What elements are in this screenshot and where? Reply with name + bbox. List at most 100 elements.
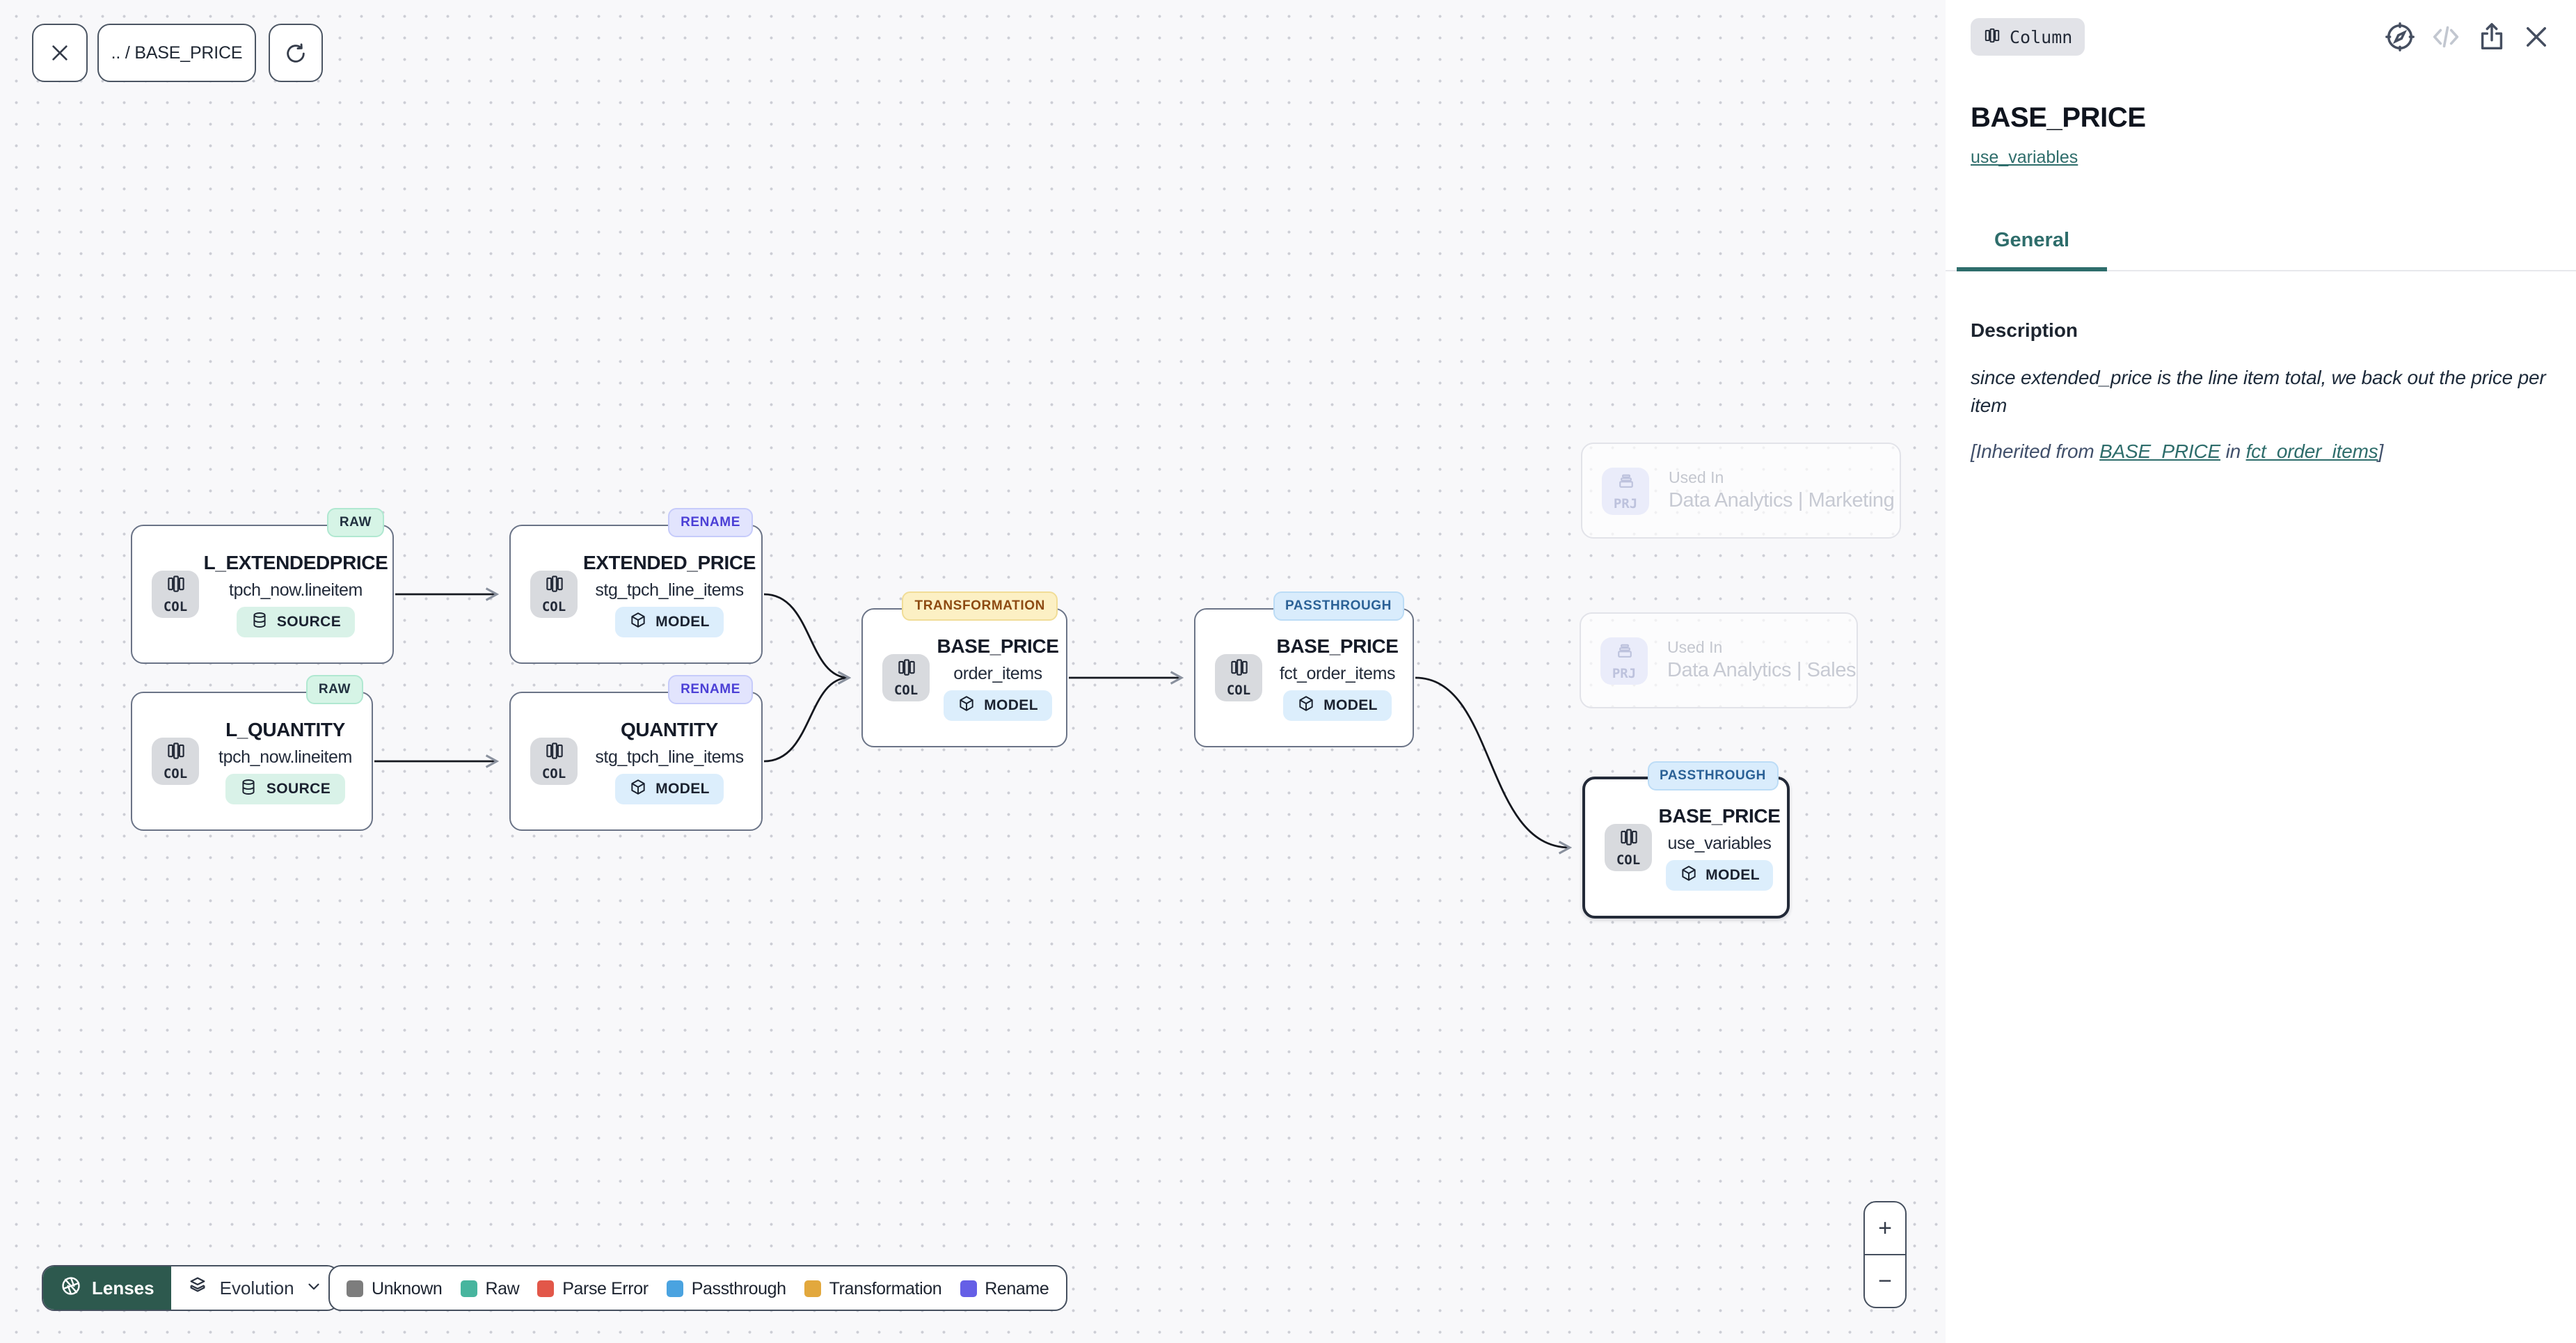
status-badge: PASSTHROUGH	[1273, 591, 1404, 621]
node-l-quantity[interactable]: RAW COL L_QUANTITY tpch_now.lineitem SOU…	[131, 692, 373, 831]
resource-type-label: MODEL	[655, 614, 710, 630]
column-chip: COL	[530, 738, 578, 785]
node-subtitle: use_variables	[1667, 834, 1771, 853]
column-chip-label: COL	[894, 685, 918, 699]
node-title: BASE_PRICE	[1277, 635, 1399, 657]
resource-type-label: SOURCE	[277, 614, 341, 630]
share-export-icon[interactable]	[2476, 21, 2508, 53]
status-badge: TRANSFORMATION	[903, 591, 1058, 621]
model-link[interactable]: use_variables	[1971, 148, 2078, 167]
column-chip-label: COL	[164, 601, 187, 615]
status-legend: Unknown Raw Parse Error Passthrough Tran…	[328, 1265, 1067, 1311]
columns-icon	[165, 740, 186, 768]
legend-label: Transformation	[829, 1278, 942, 1298]
description-label: Description	[1971, 319, 2551, 341]
cube-icon	[629, 778, 647, 800]
project-chip-label: PRJ	[1614, 498, 1637, 511]
breadcrumb[interactable]: .. / BASE_PRICE	[97, 24, 256, 82]
chevron-down-icon	[305, 1277, 324, 1299]
column-chip: COL	[152, 738, 199, 785]
node-subtitle: stg_tpch_line_items	[595, 580, 743, 600]
columns-icon	[165, 573, 186, 601]
node-title: L_QUANTITY	[225, 718, 345, 740]
resource-type-badge: SOURCE	[226, 774, 344, 804]
column-chip: COL	[152, 571, 199, 618]
node-l-extendedprice[interactable]: RAW COL L_EXTENDEDPRICE tpch_now.lineite…	[131, 525, 394, 664]
resource-type-badge: SOURCE	[237, 607, 355, 637]
cube-icon	[957, 694, 976, 717]
page-title: BASE_PRICE	[1971, 103, 2551, 135]
close-lineage-button[interactable]	[32, 24, 88, 82]
project-icon	[1615, 470, 1636, 498]
node-base-price-fct-order-items[interactable]: PASSTHROUGH COL BASE_PRICE fct_order_ite…	[1194, 608, 1414, 747]
close-icon	[49, 42, 71, 64]
column-chip: COL	[1215, 654, 1262, 701]
used-in-label: Used In	[1669, 470, 1894, 486]
column-chip: COL	[530, 571, 578, 618]
node-subtitle: tpch_now.lineitem	[218, 747, 352, 767]
used-in-label: Used In	[1667, 639, 1856, 656]
legend-swatch	[804, 1280, 821, 1296]
node-subtitle: order_items	[953, 664, 1042, 683]
node-title: BASE_PRICE	[1659, 804, 1781, 827]
layers-icon	[186, 1275, 209, 1301]
project-icon	[1614, 639, 1635, 667]
zoom-out-button[interactable]: −	[1865, 1255, 1905, 1307]
legend-label: Unknown	[372, 1278, 442, 1298]
node-title: L_EXTENDEDPRICE	[204, 551, 388, 573]
code-icon	[2430, 21, 2462, 53]
project-chip: PRJ	[1602, 467, 1649, 514]
node-quantity[interactable]: RENAME COL QUANTITY stg_tpch_line_items …	[509, 692, 763, 831]
lenses-label: Lenses	[92, 1278, 154, 1298]
node-base-price-order-items[interactable]: TRANSFORMATION COL BASE_PRICE order_item…	[861, 608, 1067, 747]
lineage-canvas[interactable]: .. / BASE_PRICE PRJ Used In Data Analyti…	[0, 0, 1947, 1343]
project-chip-label: PRJ	[1612, 667, 1636, 681]
resource-type-label: MODEL	[1706, 867, 1760, 884]
refresh-button[interactable]	[269, 24, 323, 82]
legend-item: Unknown	[347, 1278, 442, 1298]
column-chip-label: COL	[1616, 855, 1640, 868]
cube-icon	[629, 611, 647, 633]
columns-icon	[896, 657, 916, 685]
column-chip: COL	[882, 654, 930, 701]
column-chip-label: COL	[542, 768, 566, 782]
aperture-icon	[60, 1275, 82, 1301]
panel-tabs: General	[1946, 228, 2576, 271]
legend-item: Passthrough	[667, 1278, 786, 1298]
node-subtitle: tpch_now.lineitem	[229, 580, 363, 600]
resource-type-label: MODEL	[655, 781, 710, 797]
cube-icon	[1679, 864, 1697, 887]
used-in-node-sales[interactable]: PRJ Used In Data Analytics | Sales	[1580, 612, 1858, 708]
lens-select[interactable]: Evolution	[171, 1266, 339, 1310]
status-badge: RAW	[306, 675, 363, 704]
legend-item: Raw	[460, 1278, 519, 1298]
resource-type-label: MODEL	[1323, 697, 1378, 714]
zoom-in-button[interactable]: +	[1865, 1202, 1905, 1255]
lens-switcher: Lenses Evolution	[42, 1265, 340, 1311]
legend-label: Parse Error	[562, 1278, 648, 1298]
node-extended-price[interactable]: RENAME COL EXTENDED_PRICE stg_tpch_line_…	[509, 525, 763, 664]
resource-type-label: MODEL	[984, 697, 1038, 714]
column-chip: COL	[1605, 824, 1652, 871]
columns-icon	[1983, 26, 2001, 48]
columns-icon	[543, 740, 564, 768]
legend-swatch	[537, 1280, 554, 1296]
used-in-node-marketing[interactable]: PRJ Used In Data Analytics | Marketing	[1581, 443, 1901, 539]
description-text: since extended_price is the line item to…	[1971, 365, 2551, 420]
inherited-model-link[interactable]: fct_order_items	[2246, 440, 2378, 462]
resource-type-badge: MODEL	[615, 607, 724, 637]
tab-general[interactable]: General	[1957, 230, 2107, 271]
explore-compass-icon[interactable]	[2384, 21, 2416, 53]
node-title: EXTENDED_PRICE	[583, 551, 756, 573]
legend-swatch	[667, 1280, 683, 1296]
close-panel-icon[interactable]	[2522, 22, 2551, 51]
resource-type-label: SOURCE	[267, 781, 331, 797]
inherited-column-link[interactable]: BASE_PRICE	[2099, 440, 2220, 462]
node-base-price-use-variables-selected[interactable]: PASSTHROUGH COL BASE_PRICE use_variables…	[1582, 777, 1790, 919]
inherited-note: [Inherited from BASE_PRICE in fct_order_…	[1971, 440, 2551, 462]
legend-item: Transformation	[804, 1278, 942, 1298]
used-in-project-name: Data Analytics | Marketing	[1669, 489, 1894, 511]
app: .. / BASE_PRICE PRJ Used In Data Analyti…	[0, 0, 2576, 1343]
legend-label: Passthrough	[692, 1278, 786, 1298]
lenses-button[interactable]: Lenses	[43, 1266, 171, 1310]
